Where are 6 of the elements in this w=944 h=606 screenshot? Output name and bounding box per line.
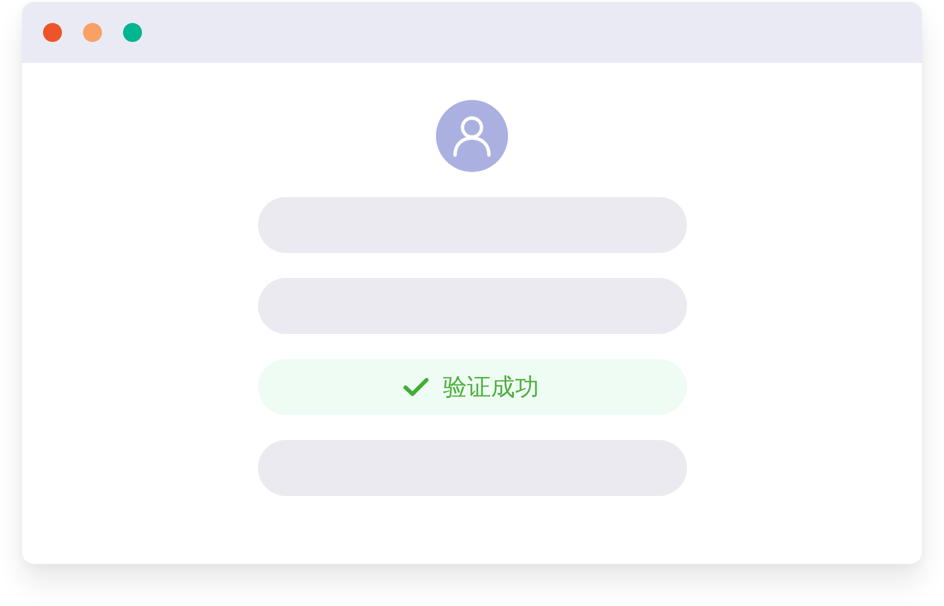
check-icon — [403, 377, 429, 397]
window-control-dot-icon[interactable] — [123, 23, 142, 42]
window-control-dot-icon[interactable] — [43, 23, 62, 42]
status-text: 验证成功 — [443, 372, 539, 402]
window-control-dot-icon[interactable] — [83, 23, 102, 42]
user-avatar-icon — [436, 100, 508, 172]
